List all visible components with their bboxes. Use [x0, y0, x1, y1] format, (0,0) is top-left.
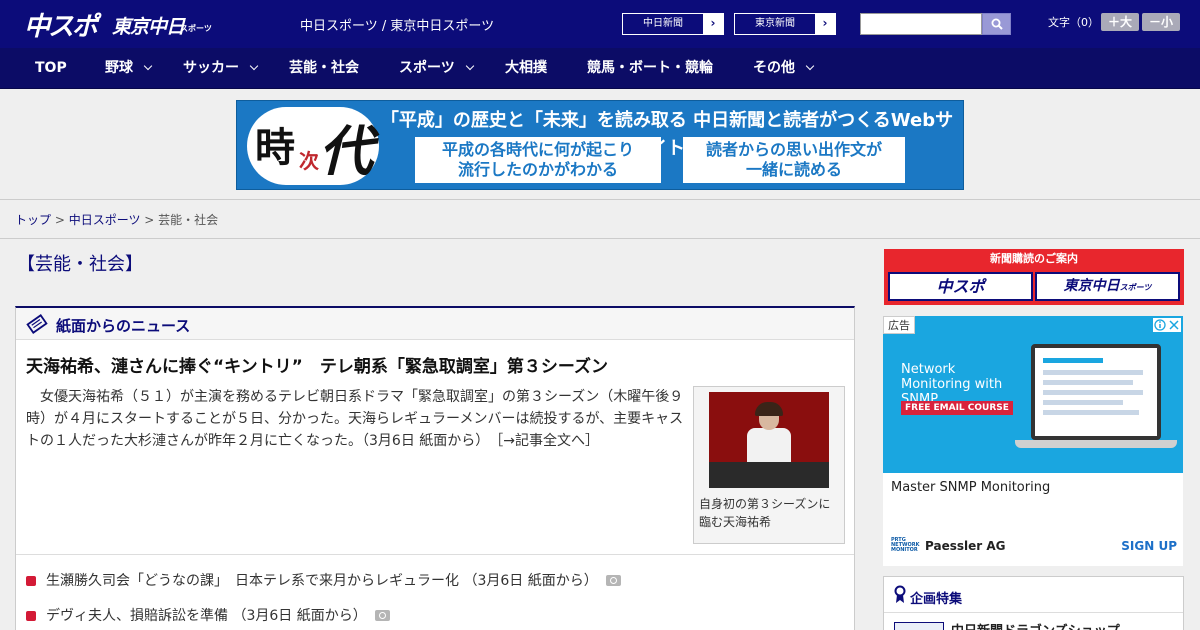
banner-logo-ji: 時	[255, 125, 295, 171]
site-name: 中日スポーツ / 東京中日スポーツ	[300, 19, 495, 34]
logo-chuspo: 中スポ	[24, 12, 98, 42]
tokyo-shimbun-button[interactable]: 東京新聞 ›	[734, 13, 836, 35]
nav-baseball[interactable]: 野球	[105, 48, 153, 89]
nav-other[interactable]: その他	[753, 48, 815, 89]
sidebar-ad[interactable]: Network Monitoring with SNMP FREE EMAIL …	[883, 316, 1183, 566]
ad-signup-button[interactable]: SIGN UP	[1121, 539, 1177, 553]
banner-headline: 「平成」の歴史と「未来」を読み取る 中日新聞と読者がつくるWebサイト	[380, 110, 954, 159]
logo-tokyo-chunichi: 東京中日	[112, 16, 185, 38]
article-headline[interactable]: 天海祐希、漣さんに捧ぐ“キントリ” テレ朝系「緊急取調室」第３シーズン	[26, 352, 608, 377]
ad-label: 広告	[883, 316, 915, 334]
nav-soccer[interactable]: サッカー	[183, 48, 259, 89]
ribbon-icon	[894, 585, 906, 603]
feature-title: 企画特集	[910, 592, 963, 607]
search-button[interactable]	[982, 13, 1011, 35]
breadcrumb: トップ > 中日スポーツ > 芸能・社会	[15, 213, 219, 227]
chunichi-shimbun-button[interactable]: 中日新聞 ›	[622, 13, 724, 35]
nav-top[interactable]: TOP	[35, 48, 67, 89]
jisedai-banner[interactable]: 時 次 代 「平成」の歴史と「未来」を読み取る 中日新聞と読者がつくるWebサイ…	[236, 100, 964, 190]
chevron-down-icon	[143, 61, 153, 71]
breadcrumb-section[interactable]: 中日スポーツ	[69, 213, 141, 227]
feature-box: 企画特集 中日新聞ドラゴンズショップ	[883, 576, 1184, 630]
bullet-icon	[26, 611, 36, 621]
top-header: 中スポ 東京中日 スポーツ 中日スポーツ / 東京中日スポーツ 中日新聞 › 東…	[0, 0, 1200, 48]
subscription-heading: 新聞購読のご案内	[990, 252, 1078, 265]
read-more-link[interactable]: ［→記事全文へ］	[496, 433, 599, 449]
chevron-down-icon	[249, 61, 259, 71]
feature-item[interactable]: 中日新聞ドラゴンズショップ	[951, 620, 1120, 630]
banner-box-memories: 読者からの思い出作文が 一緒に読める	[683, 137, 905, 183]
photo-caption: 自身初の第３シーズンに臨む天海祐希	[699, 497, 831, 529]
news-panel-header: 紙面からのニュース	[16, 308, 854, 340]
news-panel: 紙面からのニュース 天海祐希、漣さんに捧ぐ“キントリ” テレ朝系「緊急取調室」第…	[15, 306, 855, 630]
article-summary: 女優天海祐希（５１）が主演を務めるテレビ朝日系ドラマ「緊急取調室」の第３シーズン…	[26, 389, 684, 449]
ad-title: Master SNMP Monitoring	[891, 480, 1051, 495]
banner-logo-dai: 代	[319, 120, 373, 183]
nav-sports[interactable]: スポーツ	[399, 48, 474, 89]
main-nav: TOP 野球 サッカー 芸能・社会 スポーツ 大相撲 競馬・ボート・競輪 その他	[0, 48, 1200, 89]
camera-icon	[374, 610, 390, 621]
news-panel-title: 紙面からのニュース	[56, 317, 191, 335]
nav-racing[interactable]: 競馬・ボート・競輪	[587, 48, 713, 89]
banner-box-history: 平成の各時代に何が起こり 流行したのかがわかる	[415, 137, 661, 183]
article-photo[interactable]: 自身初の第３シーズンに臨む天海祐希	[693, 386, 845, 544]
laptop-illustration	[1031, 344, 1161, 440]
site-logo[interactable]: 中スポ 東京中日 スポーツ	[24, 6, 214, 42]
font-larger-button[interactable]: ＋大	[1101, 13, 1139, 31]
ad-image: Network Monitoring with SNMP FREE EMAIL …	[883, 316, 1183, 473]
chevron-down-icon	[805, 61, 815, 71]
banner-logo-tsugi: 次	[299, 149, 319, 173]
nav-sumo[interactable]: 大相撲	[505, 48, 547, 89]
chevron-right-icon: ›	[815, 14, 835, 34]
bullet-icon	[26, 576, 36, 586]
ad-brand: Paessler AG	[925, 539, 1006, 553]
logo-sports: スポーツ	[180, 24, 212, 33]
list-item[interactable]: 生瀬勝久司会「どうなの課」 日本テレ系で来月からレギュラー化 （3月6日 紙面か…	[26, 570, 621, 590]
search-input[interactable]	[860, 13, 982, 35]
feature-thumbnail[interactable]	[894, 622, 944, 630]
newspaper-icon	[26, 314, 48, 334]
ad-badge: FREE EMAIL COURSE	[901, 401, 1013, 415]
feature-header: 企画特集	[884, 577, 1183, 613]
camera-icon	[605, 575, 621, 586]
subscription-box[interactable]: 新聞購読のご案内 中スポ 東京中日スポーツ	[884, 249, 1184, 305]
adchoices-close-icon[interactable]	[1153, 318, 1181, 332]
page-title: 【芸能・社会】	[17, 254, 143, 275]
chuspo-subscribe-link[interactable]: 中スポ	[888, 272, 1033, 301]
tokyo-chunichi-subscribe-link[interactable]: 東京中日スポーツ	[1035, 272, 1180, 301]
breadcrumb-current: 芸能・社会	[158, 213, 219, 227]
list-item[interactable]: デヴィ夫人、損賠訴訟を準備 （3月6日 紙面から）	[26, 605, 390, 625]
font-smaller-button[interactable]: －小	[1142, 13, 1180, 31]
font-size-label: 文字（0）	[1048, 16, 1099, 29]
chevron-down-icon	[465, 61, 474, 71]
article-photo-image	[709, 392, 829, 488]
prtg-logo: PRTG NETWORK MONITOR	[891, 537, 920, 553]
chevron-right-icon: ›	[703, 14, 723, 34]
divider	[16, 554, 854, 555]
nav-entertainment[interactable]: 芸能・社会	[289, 48, 359, 89]
search-icon	[991, 18, 1003, 30]
breadcrumb-home[interactable]: トップ	[15, 213, 51, 227]
